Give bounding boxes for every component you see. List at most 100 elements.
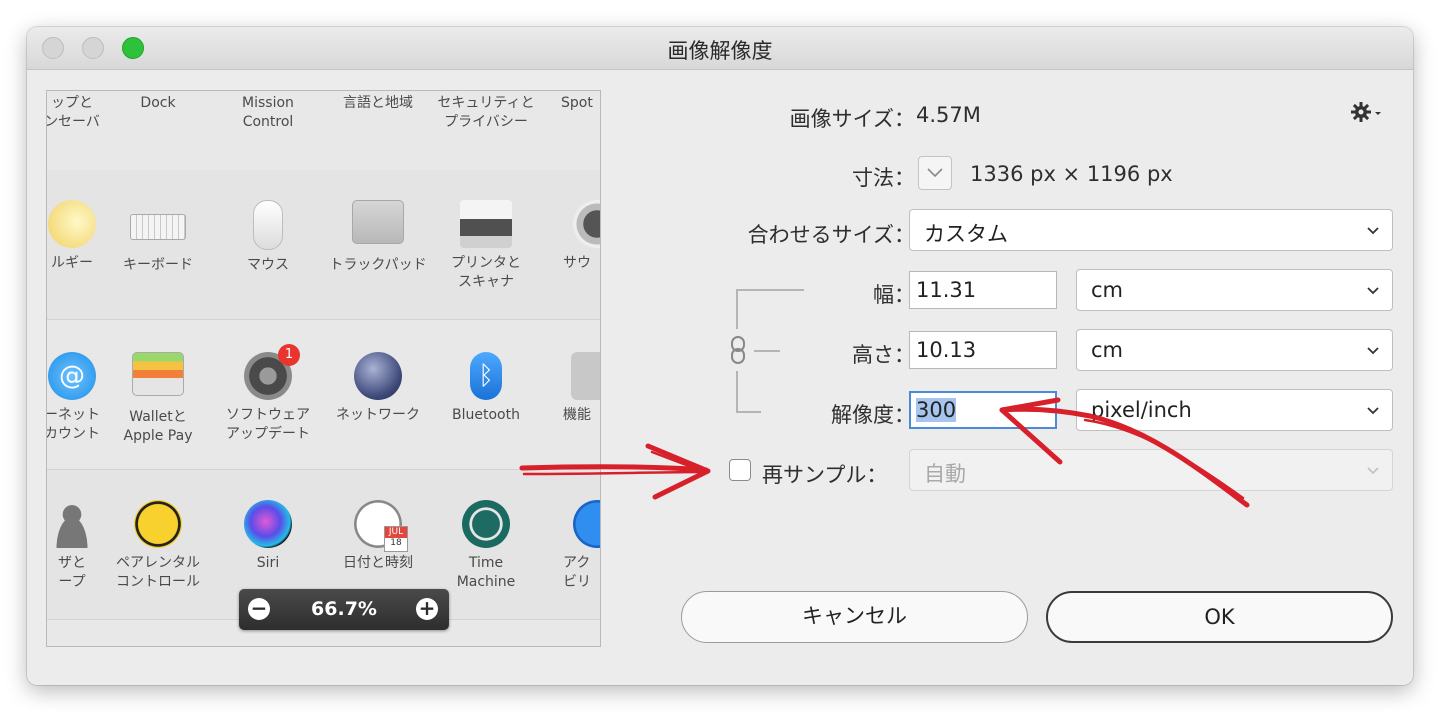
item-label: 機能 (563, 407, 591, 423)
list-item: 1 ソフトウェア アップデート (213, 344, 323, 444)
preview-row: ルギー キーボード マウス トラックパッド プリンタと スキャナ サウ (47, 170, 600, 320)
extensions-icon (571, 352, 600, 400)
item-label: トラックパッド (329, 257, 427, 273)
width-value: 11.31 (916, 278, 977, 302)
list-item: プリンタと スキャナ (431, 200, 541, 292)
item-label: Dock (140, 95, 176, 111)
fit-to-value: カスタム (924, 222, 1008, 246)
list-item: 機能 (541, 352, 600, 425)
resolution-unit-value: pixel/inch (1091, 398, 1192, 422)
resolution-unit-select[interactable]: pixel/inch (1076, 389, 1393, 431)
resample-checkbox[interactable] (729, 459, 751, 481)
list-item: Mission Control (213, 91, 323, 132)
item-label: Spot (561, 95, 593, 111)
link-bracket-vertical-bottom (736, 371, 738, 411)
image-size-dialog: 画像解像度 ップと ンセーバ Dock Mission Control 言語と地… (27, 27, 1413, 685)
item-label: キーボード (123, 257, 193, 273)
calendar-month: JUL (385, 527, 407, 538)
internet-accounts-icon: @ (48, 352, 96, 400)
date-time-icon: JUL 18 (354, 500, 408, 552)
ok-button[interactable]: OK (1046, 591, 1393, 643)
list-item: 言語と地域 (323, 91, 433, 113)
list-item: セキュリティと プライバシー (431, 91, 541, 132)
height-value: 10.13 (916, 338, 977, 362)
link-bracket-middle (754, 350, 780, 352)
chevron-down-icon (1367, 407, 1379, 415)
link-bracket-vertical-top (736, 289, 738, 329)
item-label: ソフトウェア アップデート (226, 407, 310, 442)
image-preview[interactable]: ップと ンセーバ Dock Mission Control 言語と地域 セキュリ… (46, 90, 601, 647)
width-input[interactable]: 11.31 (909, 271, 1057, 309)
wallet-icon (132, 352, 184, 396)
list-item: Spot (541, 91, 600, 113)
network-icon (354, 352, 402, 400)
item-label: Time Machine (456, 555, 516, 590)
list-item: キーボード (103, 200, 213, 275)
item-label: 言語と地域 (343, 95, 413, 111)
resolution-input[interactable]: 300 (909, 391, 1057, 429)
sound-icon (573, 200, 600, 248)
item-label: Siri (256, 555, 280, 571)
update-badge: 1 (278, 344, 300, 366)
list-item: サウ (541, 200, 600, 273)
preview-row: ップと ンセーバ Dock Mission Control 言語と地域 セキュリ… (47, 91, 600, 178)
item-label: サウ (563, 255, 591, 271)
preview-row: @ ーネット カウント Walletと Apple Pay 1 ソフトウェア ア… (47, 320, 600, 470)
chevron-down-icon (1367, 467, 1379, 475)
width-unit-value: cm (1091, 278, 1124, 302)
list-item: JUL 18 日付と時刻 (323, 500, 433, 573)
resolution-value: 300 (916, 398, 957, 422)
energy-saver-icon (48, 200, 96, 248)
item-label: 日付と時刻 (343, 555, 413, 571)
dimensions-label: 寸法： (852, 166, 915, 190)
resolution-label: 解像度： (831, 403, 915, 427)
chevron-down-icon (927, 168, 943, 178)
dimensions-value: 1336 px × 1196 px (970, 162, 1173, 186)
list-item: ᛒ Bluetooth (431, 352, 541, 425)
item-label: Bluetooth (452, 407, 520, 423)
list-item: Walletと Apple Pay (103, 352, 213, 446)
height-unit-value: cm (1091, 338, 1124, 362)
zoom-in-button[interactable]: + (416, 598, 438, 620)
item-label: セキュリティと プライバシー (437, 95, 535, 130)
item-label: マウス (247, 257, 289, 273)
gear-icon[interactable] (1351, 100, 1385, 124)
time-machine-icon (462, 500, 510, 548)
link-bracket-top (736, 289, 804, 291)
list-item: マウス (213, 200, 323, 275)
chevron-down-icon (1367, 347, 1379, 355)
keyboard-icon (130, 214, 186, 240)
height-input[interactable]: 10.13 (909, 331, 1057, 369)
cancel-button[interactable]: キャンセル (681, 591, 1028, 643)
width-unit-select[interactable]: cm (1076, 269, 1393, 311)
title-bar: 画像解像度 (27, 27, 1413, 70)
list-item: ペアレンタル コントロール (103, 500, 213, 592)
list-item: Dock (103, 91, 213, 113)
mouse-icon (253, 200, 283, 250)
list-item: ネットワーク (323, 352, 433, 425)
calendar-icon: JUL 18 (384, 526, 408, 552)
fit-to-label: 合わせるサイズ： (747, 223, 915, 247)
siri-icon (244, 500, 292, 548)
window-title: 画像解像度 (667, 39, 773, 63)
list-item: Siri (213, 500, 323, 573)
users-groups-icon (48, 500, 96, 548)
fit-to-select[interactable]: カスタム (909, 209, 1393, 251)
dimensions-dropdown-button[interactable] (918, 156, 952, 190)
resample-label: 再サンプル： (762, 463, 888, 487)
chevron-down-icon (1367, 227, 1379, 235)
trackpad-icon (352, 200, 404, 244)
parental-controls-icon (134, 500, 182, 548)
zoom-control: − 66.7% + (239, 589, 449, 630)
accessibility-icon (573, 500, 600, 548)
list-item: Time Machine (431, 500, 541, 592)
image-size-value: 4.57M (916, 103, 981, 127)
image-size-label: 画像サイズ： (789, 107, 915, 131)
chain-link-icon[interactable] (729, 335, 747, 365)
item-label: プリンタと スキャナ (451, 255, 521, 290)
calendar-day: 18 (390, 538, 402, 548)
resample-select[interactable]: 自動 (909, 449, 1393, 491)
item-label: アク ビリ (563, 555, 591, 590)
height-unit-select[interactable]: cm (1076, 329, 1393, 371)
resample-value: 自動 (924, 462, 966, 486)
